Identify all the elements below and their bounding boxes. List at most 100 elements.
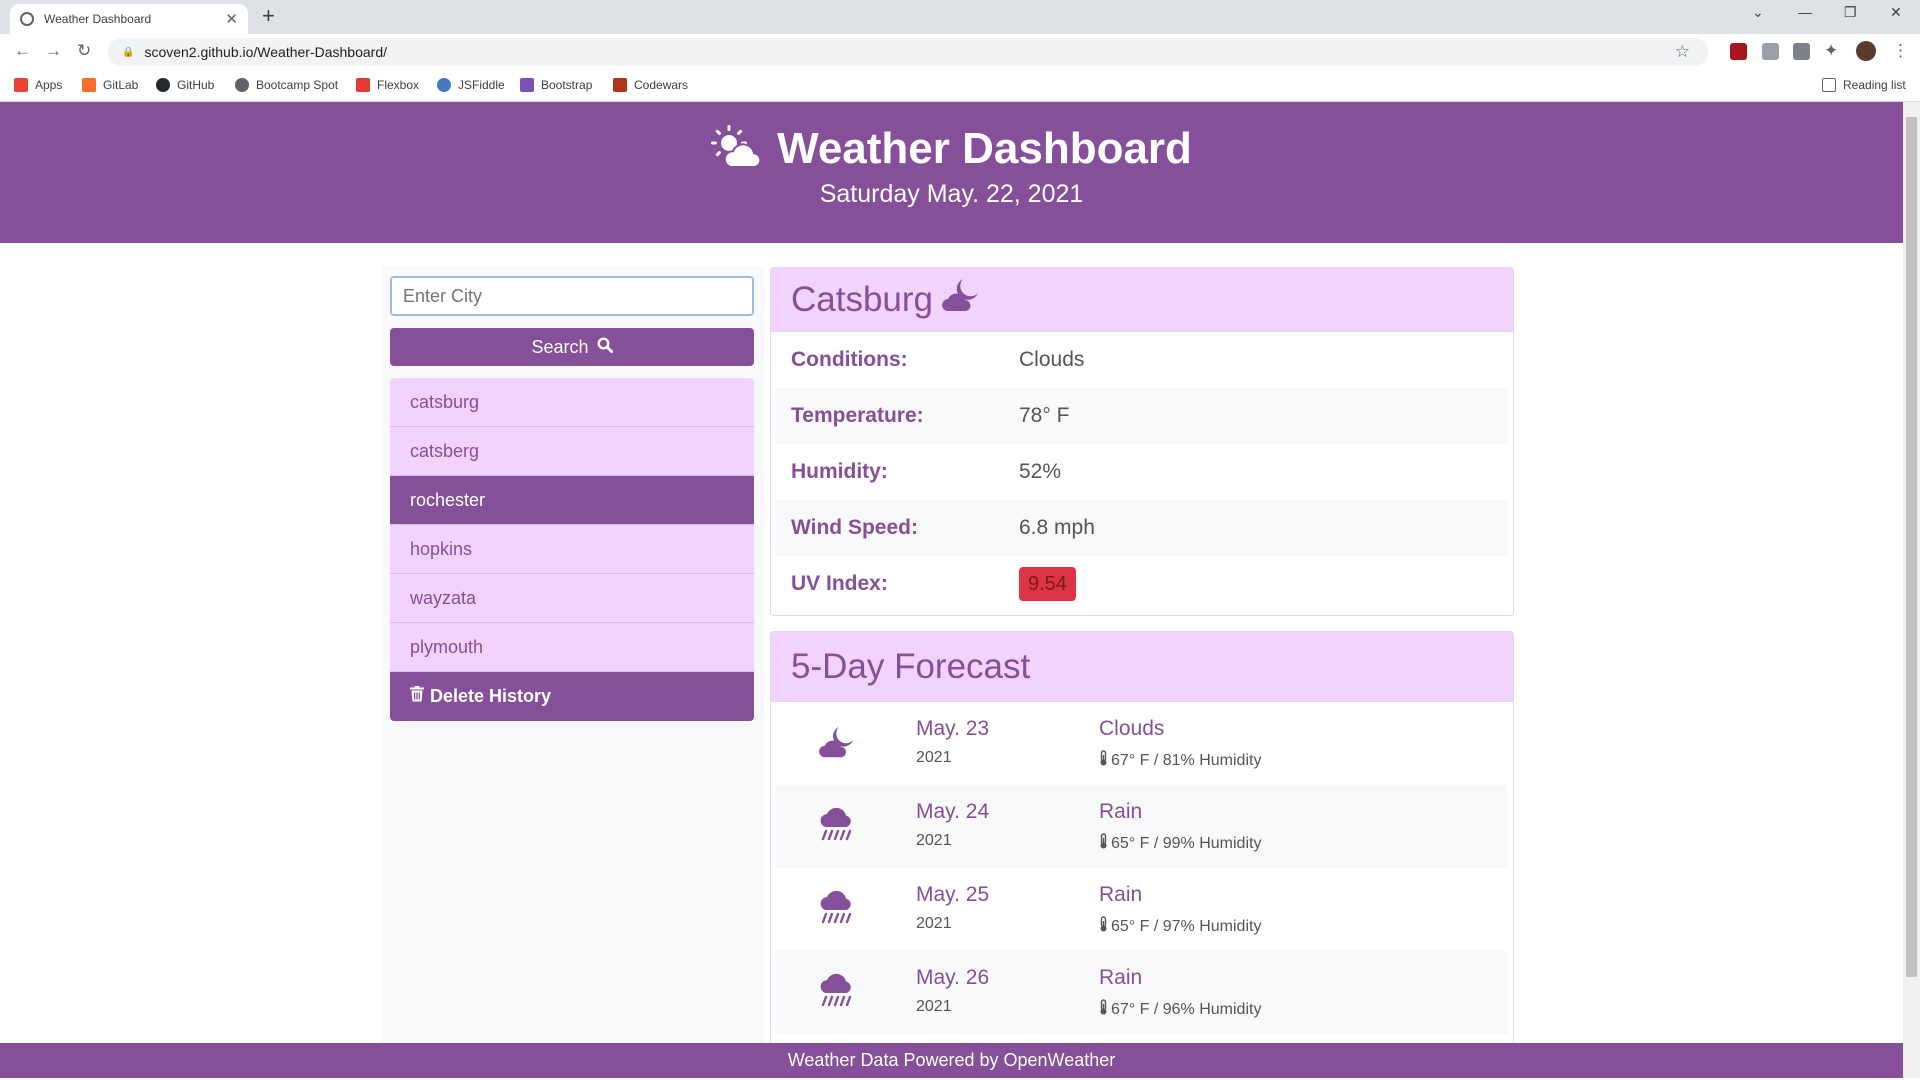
sidebar: Search catsburg catsberg rochester hopki… (382, 266, 764, 1056)
history-item[interactable]: plymouth (390, 623, 754, 672)
close-window-icon[interactable]: ✕ (1890, 4, 1902, 21)
forecast-detail-text: 67° F / 96% Humidity (1111, 1000, 1262, 1018)
browser-tab[interactable]: Weather Dashboard ✕ (10, 4, 248, 34)
forecast-row: May. 25 2021 Rain 65° F / 97% Humidity (776, 868, 1508, 951)
forecast-row: May. 24 2021 Rain 65° F / 99% Humidity (776, 785, 1508, 868)
stat-row-temperature: Temperature: 78° F (776, 388, 1508, 444)
globe-icon (235, 78, 249, 92)
search-button[interactable]: Search (390, 328, 754, 366)
forecast-detail: 67° F / 96% Humidity (1099, 999, 1261, 1020)
browser-tab-bar: Weather Dashboard ✕ + ⌄ — ❐ ✕ (0, 0, 1920, 34)
stat-row-wind-speed: Wind Speed: 6.8 mph (776, 500, 1508, 556)
close-tab-icon[interactable]: ✕ (225, 10, 238, 28)
bookmark-github[interactable]: GitHub (156, 78, 214, 92)
bookmark-apps[interactable]: Apps (14, 78, 62, 92)
forecast-year: 2021 (916, 749, 952, 766)
scrollbar-thumb[interactable] (1906, 117, 1917, 977)
forecast-date: May. 24 (916, 800, 990, 823)
bookmark-flexbox[interactable]: Flexbox (356, 78, 419, 92)
forecast-date: May. 26 (916, 966, 990, 989)
forecast-detail-text: 65° F / 97% Humidity (1111, 917, 1262, 935)
back-icon[interactable]: ← (14, 41, 31, 61)
delete-history-label: Delete History (430, 686, 552, 706)
puzzle-icon[interactable]: ✦ (1824, 41, 1838, 61)
trash-icon (410, 686, 430, 707)
search-history-list: catsburg catsberg rochester hopkins wayz… (390, 378, 754, 721)
globe-icon (20, 12, 34, 26)
forecast-row: May. 26 2021 Rain 67° F / 96% Humidity (776, 951, 1508, 1034)
cloud-sun-icon (711, 124, 763, 174)
tab-title: Weather Dashboard (44, 12, 152, 26)
stat-value: 52% (1019, 460, 1062, 483)
forward-icon[interactable]: → (45, 41, 62, 61)
ublock-icon[interactable] (1730, 43, 1747, 60)
footer-text: Weather Data Powered by OpenWeather (787, 1050, 1116, 1070)
bookmark-bootstrap[interactable]: Bootstrap (520, 78, 592, 92)
city-name: Catsburg (791, 279, 934, 319)
page-header: Weather Dashboard Saturday May. 22, 2021 (0, 102, 1903, 243)
extension-icon[interactable] (1793, 43, 1810, 60)
uv-index-badge: 9.54 (1019, 567, 1076, 601)
bookmarks-bar: Apps GitLab GitHub Bootcamp Spot Flexbox… (0, 70, 1920, 102)
bookmark-gitlab[interactable]: GitLab (82, 78, 138, 92)
forecast-condition: Rain (1099, 966, 1143, 989)
restore-icon[interactable]: ❐ (1844, 4, 1857, 21)
forecast-detail-text: 65° F / 99% Humidity (1111, 834, 1262, 852)
stat-row-uv-index: UV Index: 9.54 (776, 556, 1508, 612)
forecast-detail: 65° F / 97% Humidity (1099, 916, 1261, 937)
bookmark-star-icon[interactable]: ☆ (1675, 42, 1690, 62)
flexbox-icon (356, 78, 370, 92)
cloud-rain-icon (818, 973, 854, 1014)
reading-list-icon (1822, 78, 1836, 92)
stat-label: UV Index: (791, 572, 888, 595)
cloud-icon (437, 78, 451, 92)
address-bar[interactable]: 🔒 scoven2.github.io/Weather-Dashboard/ ☆ (108, 38, 1708, 66)
history-item[interactable]: wayzata (390, 574, 754, 623)
forecast-title: 5-Day Forecast (791, 646, 1031, 686)
new-tab-icon[interactable]: + (262, 3, 275, 29)
city-search-input[interactable] (390, 276, 754, 316)
stat-row-conditions: Conditions: Clouds (776, 332, 1508, 388)
reading-list[interactable]: Reading list (1822, 78, 1906, 92)
menu-icon[interactable]: ⋮ (1892, 41, 1909, 61)
avatar[interactable] (1856, 41, 1876, 61)
minimize-icon[interactable]: — (1798, 4, 1812, 20)
stat-label: Temperature: (791, 404, 924, 427)
current-date: Saturday May. 22, 2021 (819, 180, 1084, 208)
history-item[interactable]: catsberg (390, 427, 754, 476)
bookmark-codewars[interactable]: Codewars (613, 78, 688, 92)
browser-toolbar: ← → ↻ 🔒 scoven2.github.io/Weather-Dashbo… (0, 34, 1920, 70)
thermometer-icon (1099, 750, 1111, 771)
forecast-year: 2021 (916, 998, 952, 1015)
history-item[interactable]: hopkins (390, 525, 754, 574)
cloud-rain-icon (818, 807, 854, 848)
forecast-detail-text: 67° F / 81% Humidity (1111, 751, 1262, 769)
forecast-year: 2021 (916, 915, 952, 932)
url-text: scoven2.github.io/Weather-Dashboard/ (144, 44, 388, 60)
extension-icon[interactable] (1762, 43, 1779, 60)
stat-value: Clouds (1019, 348, 1085, 371)
bookmark-bootcamp[interactable]: Bootcamp Spot (235, 78, 338, 92)
bookmark-jsfiddle[interactable]: JSFiddle (437, 78, 505, 92)
stat-value: 6.8 mph (1019, 516, 1095, 539)
current-weather-header: Catsburg (771, 268, 1513, 332)
history-item-active[interactable]: rochester (390, 476, 754, 525)
page-footer: Weather Data Powered by OpenWeather (0, 1043, 1903, 1078)
tab-search-icon[interactable]: ⌄ (1752, 4, 1764, 21)
bootstrap-icon (520, 78, 534, 92)
page-title: Weather Dashboard (777, 124, 1192, 173)
reload-icon[interactable]: ↻ (77, 41, 91, 61)
stat-label: Conditions: (791, 348, 908, 371)
forecast-year: 2021 (916, 832, 952, 849)
forecast-date: May. 23 (916, 717, 990, 740)
cloud-rain-icon (818, 890, 854, 931)
forecast-header: 5-Day Forecast (771, 632, 1513, 702)
forecast-detail: 67° F / 81% Humidity (1099, 750, 1261, 771)
history-item[interactable]: catsburg (390, 378, 754, 427)
codewars-icon (613, 78, 627, 92)
forecast-condition: Rain (1099, 800, 1143, 823)
thermometer-icon (1099, 916, 1111, 937)
delete-history-button[interactable]: Delete History (390, 672, 754, 721)
lock-icon: 🔒 (122, 46, 135, 58)
apps-grid-icon (14, 78, 28, 92)
